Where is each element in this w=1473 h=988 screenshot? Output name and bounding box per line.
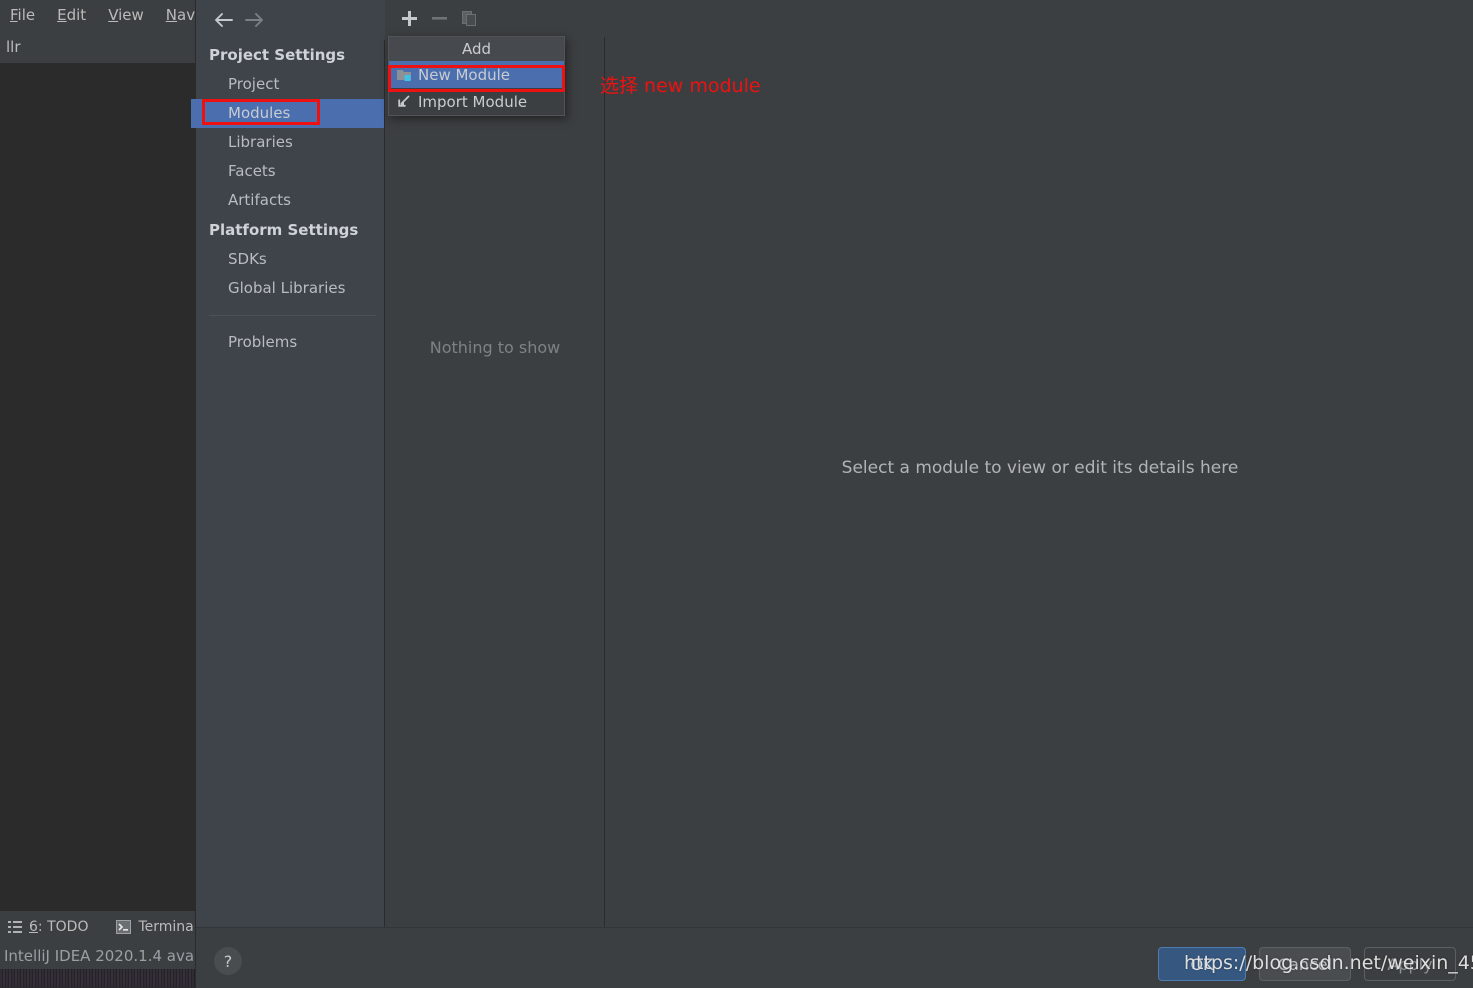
menu-item-new-module[interactable]: New Module <box>389 61 564 88</box>
modules-list-pane: Nothing to show <box>386 37 605 927</box>
help-button[interactable]: ? <box>214 947 242 975</box>
sidebar-item-global-libraries[interactable]: Global Libraries <box>196 274 384 303</box>
arrow-left-icon[interactable] <box>209 5 239 35</box>
menu-item-import-module[interactable]: Import Module <box>389 88 564 115</box>
sidebar-item-project[interactable]: Project <box>196 70 384 99</box>
menu-item-label-import-module: Import Module <box>418 92 528 111</box>
sidebar-item-label-modules: Modules <box>228 104 291 122</box>
arrow-right-icon[interactable] <box>239 5 269 35</box>
dialog-sidebar: Project Settings Project Modules Librari… <box>191 0 385 927</box>
toolwindow-button-todo[interactable]: 6: TODO <box>8 919 88 935</box>
sidebar-section-title-project-settings: Project Settings <box>209 46 346 64</box>
sidebar-divider <box>209 315 376 316</box>
watermark-text: https://blog.csdn.net/weixin_45523107 <box>1184 952 1473 974</box>
plus-icon[interactable] <box>394 4 424 34</box>
copy-icon[interactable] <box>454 4 484 34</box>
project-structure-dialog: Project Settings Project Modules Librari… <box>191 0 1473 988</box>
annotation-callout-text: 选择 new module <box>600 75 761 97</box>
import-module-icon <box>396 94 418 109</box>
modules-pane-toolbar <box>386 0 605 37</box>
ide-bottom-noise-region <box>0 969 195 987</box>
terminal-icon <box>116 920 132 934</box>
status-bar-text: IntelliJ IDEA 2020.1.4 availa <box>4 947 212 965</box>
menu-item-edit[interactable]: Edit <box>57 6 86 24</box>
dialog-sidebar-items: Project Settings Project Modules Librari… <box>191 40 384 357</box>
toolwindow-label-todo: 6: TODO <box>29 919 89 935</box>
new-module-folder-icon <box>396 67 418 82</box>
dialog-navigation-bar <box>196 0 385 40</box>
sidebar-item-sdks[interactable]: SDKs <box>196 245 384 274</box>
toolwindow-button-terminal[interactable]: Terminal <box>116 919 198 935</box>
menu-item-file[interactable]: File <box>10 6 35 24</box>
sidebar-item-facets[interactable]: Facets <box>196 157 384 186</box>
editor-tab-label[interactable]: llr <box>6 38 21 56</box>
sidebar-item-artifacts[interactable]: Artifacts <box>196 186 384 215</box>
module-detail-placeholder-text: Select a module to view or edit its deta… <box>841 458 1239 478</box>
module-detail-pane: Select a module to view or edit its deta… <box>606 0 1473 927</box>
sidebar-item-problems[interactable]: Problems <box>196 328 384 357</box>
add-popup-header: Add <box>389 37 564 61</box>
sidebar-item-modules[interactable]: Modules <box>191 99 384 128</box>
sidebar-item-libraries[interactable]: Libraries <box>196 128 384 157</box>
selection-edge-sliver <box>191 99 196 128</box>
todo-list-icon <box>8 920 22 934</box>
minus-icon[interactable] <box>424 4 454 34</box>
toolwindow-label-terminal: Terminal <box>138 919 198 935</box>
modules-empty-text: Nothing to show <box>429 338 561 357</box>
sidebar-section-title-platform-settings: Platform Settings <box>209 221 359 239</box>
menu-item-view[interactable]: View <box>108 6 144 24</box>
menu-item-label-new-module: New Module <box>418 65 511 84</box>
add-popup-menu: Add New Module Import Module <box>388 36 565 116</box>
